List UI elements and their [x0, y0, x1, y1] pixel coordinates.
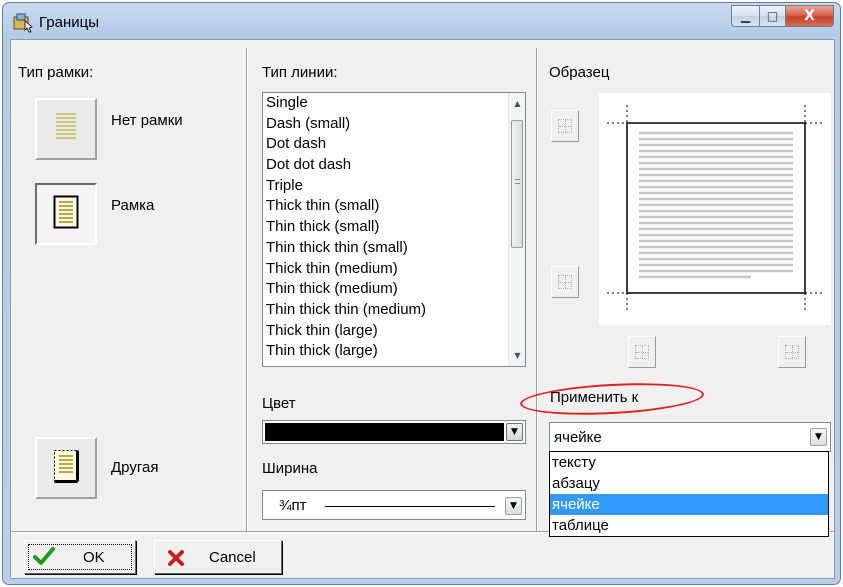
bottom-border-button[interactable]: [551, 266, 579, 298]
scroll-down-icon[interactable]: ▼: [509, 347, 525, 364]
window-controls: ▁ □ X: [731, 5, 834, 27]
checkmark-icon: [33, 547, 55, 571]
borders-dialog-window: Границы ▁ □ X Тип рамки: Нет рамки Рамка…: [2, 2, 841, 585]
line-type-item[interactable]: Thick thin (small): [263, 196, 525, 217]
line-type-item[interactable]: Single: [263, 93, 525, 114]
apply-to-value: ячейке: [554, 429, 602, 446]
frame-label: Рамка: [111, 197, 155, 214]
line-type-items: Single Dash (small) Dot dash Dot dot dash Tr…: [263, 93, 525, 362]
ok-label: OK: [83, 549, 105, 566]
close-button[interactable]: X: [786, 5, 834, 27]
minimize-icon: ▁: [740, 9, 751, 23]
window-title: Границы: [39, 14, 99, 31]
chevron-down-icon[interactable]: ▼: [810, 428, 827, 446]
bottom-border-icon: [558, 275, 572, 289]
line-type-item[interactable]: Thin thick thin (medium): [263, 300, 525, 321]
dialog-body: Тип рамки: Нет рамки Рамка Другая Тип ли…: [10, 39, 835, 579]
line-type-item[interactable]: Thick thin (large): [263, 321, 525, 342]
line-type-item[interactable]: Dot dash: [263, 134, 525, 155]
ok-button[interactable]: OK: [24, 540, 136, 574]
apply-to-label: Применить к: [550, 389, 639, 406]
apply-to-select[interactable]: ячейке ▼: [549, 422, 831, 452]
maximize-icon: □: [766, 9, 779, 23]
divider: [246, 48, 248, 533]
top-border-button[interactable]: [551, 110, 579, 142]
color-swatch: [265, 423, 504, 441]
title-bar[interactable]: Границы ▁ □ X: [3, 3, 840, 41]
color-label: Цвет: [262, 395, 296, 412]
chevron-down-icon[interactable]: ▼: [506, 423, 523, 441]
grip-icon: [515, 179, 520, 184]
close-icon: X: [804, 8, 815, 24]
line-type-item[interactable]: Thin thick (medium): [263, 279, 525, 300]
width-label: Ширина: [262, 460, 318, 477]
width-line-sample: [325, 506, 495, 507]
line-type-item[interactable]: Thin thick thin (small): [263, 238, 525, 259]
right-border-button[interactable]: [778, 336, 806, 368]
divider: [536, 48, 538, 533]
scroll-thumb[interactable]: [511, 120, 523, 248]
box-border-icon: [53, 195, 79, 233]
cancel-label: Cancel: [209, 549, 256, 566]
cross-icon: [167, 549, 185, 571]
cancel-button[interactable]: Cancel: [154, 540, 282, 574]
color-picker[interactable]: ▼: [262, 420, 526, 444]
width-value: ¾пт: [279, 497, 307, 514]
scroll-up-icon[interactable]: ▲: [509, 95, 525, 112]
left-border-icon: [635, 345, 649, 359]
apply-to-option[interactable]: ячейке: [550, 494, 828, 515]
no-frame-button[interactable]: [35, 98, 97, 160]
line-type-item[interactable]: Thin thick (small): [263, 217, 525, 238]
line-type-item[interactable]: Dash (small): [263, 114, 525, 135]
line-type-item[interactable]: Triple: [263, 176, 525, 197]
line-type-scrollbar[interactable]: ▲ ▼: [508, 93, 525, 366]
custom-frame-label: Другая: [111, 459, 159, 476]
apply-to-option[interactable]: таблице: [550, 515, 828, 536]
no-frame-label: Нет рамки: [111, 112, 183, 129]
app-icon: [11, 11, 35, 33]
no-border-icon: [54, 110, 78, 148]
line-type-item[interactable]: Thick thin (medium): [263, 259, 525, 280]
frame-button[interactable]: [35, 183, 97, 245]
frame-type-label: Тип рамки:: [18, 64, 94, 81]
preview-label: Образец: [549, 64, 610, 81]
width-select[interactable]: ¾пт ▼: [262, 490, 526, 520]
custom-frame-button[interactable]: [35, 437, 97, 499]
left-border-button[interactable]: [628, 336, 656, 368]
line-type-item[interactable]: Dot dot dash: [263, 155, 525, 176]
apply-to-option[interactable]: тексту: [550, 452, 828, 473]
apply-to-options: тексту абзацу ячейке таблице: [550, 452, 828, 536]
right-border-icon: [785, 345, 799, 359]
minimize-button[interactable]: ▁: [731, 5, 759, 27]
top-border-icon: [558, 119, 572, 133]
border-preview-image: [607, 105, 825, 311]
line-type-label: Тип линии:: [262, 64, 338, 81]
line-type-list[interactable]: Single Dash (small) Dot dash Dot dot dash Tr…: [262, 92, 526, 367]
maximize-button[interactable]: □: [759, 5, 786, 27]
preview-canvas[interactable]: [599, 93, 831, 325]
apply-to-option[interactable]: абзацу: [550, 473, 828, 494]
line-type-item[interactable]: Thin thick (large): [263, 341, 525, 362]
custom-border-icon: [53, 449, 79, 487]
chevron-down-icon[interactable]: ▼: [505, 497, 522, 515]
apply-to-dropdown: тексту абзацу ячейке таблице: [549, 451, 829, 537]
